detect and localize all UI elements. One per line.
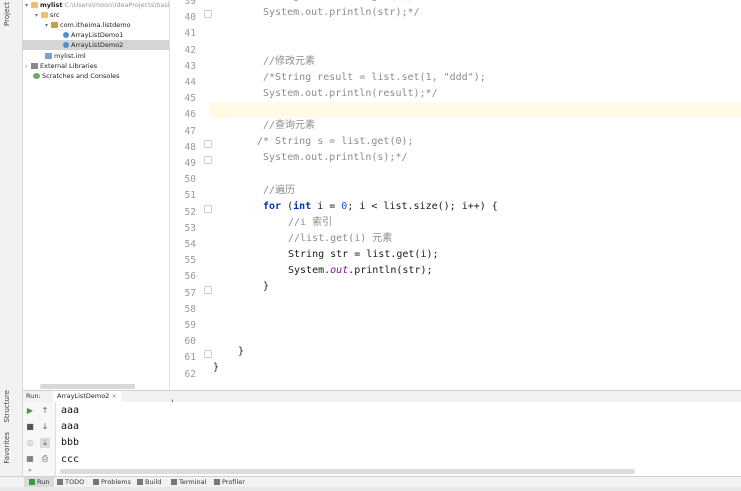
tree-item-iml[interactable]: mylist.iml (45, 51, 86, 61)
line-number: 41 (184, 28, 196, 40)
module-file-icon (45, 53, 52, 59)
problems-icon (93, 479, 99, 485)
terminal-icon (171, 479, 177, 485)
structure-tool-tab[interactable]: Structure (3, 390, 11, 423)
todo-icon (57, 479, 63, 485)
code-line-48[interactable]: System.out.println(s);*/ (263, 150, 408, 166)
code-line-50[interactable]: //遍历 (263, 183, 295, 199)
fold-marker-icon[interactable] (204, 205, 212, 213)
line-number: 54 (184, 239, 196, 250)
stop-icon[interactable]: ■ (25, 422, 35, 432)
code-line-39[interactable]: System.out.println(str);*/ (263, 5, 420, 21)
line-number: 45 (184, 93, 196, 105)
package-icon (51, 22, 58, 28)
camera-icon[interactable]: ◎ (25, 438, 35, 448)
library-icon (31, 63, 38, 69)
line-number: 39 (184, 0, 196, 7)
line-number: 46 (184, 109, 196, 121)
more-icon[interactable]: » (25, 466, 35, 476)
code-line-56[interactable]: } (263, 279, 269, 295)
line-number: 58 (184, 303, 196, 315)
line-number: 48 (184, 141, 196, 153)
soft-wrap-icon[interactable]: ⤓ (40, 438, 50, 448)
layout-icon[interactable]: ▦ (25, 454, 35, 464)
tree-item-scratches[interactable]: Scratches and Consoles (33, 71, 120, 81)
scratches-icon (33, 73, 40, 79)
line-number: 53 (184, 222, 196, 234)
line-number: 61 (184, 352, 196, 364)
fold-marker-icon[interactable] (204, 350, 212, 358)
line-number: 60 (184, 336, 196, 348)
rerun-icon[interactable]: ▶ (25, 406, 35, 416)
code-line-52[interactable]: //i 索引 (288, 215, 332, 231)
tree-item-external-libraries[interactable]: › External Libraries (25, 61, 97, 71)
line-number: 51 (184, 190, 196, 202)
fold-marker-icon[interactable] (204, 156, 212, 164)
tool-window-stripe: Project Structure Favorites (0, 0, 23, 486)
project-tool-tab[interactable]: Project (3, 2, 11, 26)
run-icon (29, 479, 35, 485)
current-line-highlight (210, 102, 741, 118)
tree-item-package[interactable]: ▾ com.itheima.listdemo (45, 20, 131, 30)
status-bar (0, 487, 741, 491)
tree-item-src[interactable]: ▾ src (35, 10, 60, 20)
code-line-43[interactable]: /*String result = list.set(1, "ddd"); (263, 70, 486, 86)
line-number: 43 (184, 60, 196, 72)
tree-item-class1[interactable]: ArrayListDemo1 (63, 30, 123, 40)
source-folder-icon (41, 12, 48, 18)
close-icon[interactable]: × (111, 392, 116, 400)
line-number: 52 (184, 206, 196, 218)
console-line: aaa (61, 405, 80, 416)
scroll-down-icon[interactable]: ↓ (40, 422, 50, 432)
folder-icon (31, 2, 38, 8)
line-number: 59 (184, 320, 196, 331)
run-toolbar: ▶ ↑ ■ ↓ ◎ ⤓ ▦ ⎙ » (23, 402, 56, 476)
console-line: aaa (61, 421, 80, 433)
scroll-up-icon[interactable]: ↑ (40, 406, 50, 416)
console-output[interactable]: aaa aaa bbb ccc (56, 402, 741, 476)
run-label: Run: (26, 392, 41, 400)
fold-marker-icon[interactable] (204, 286, 212, 294)
editor-gutter: 39 40 41 42 43 44 45 46 47 48 49 50 51 52 53 54 55 56 57 58… (170, 0, 212, 390)
print-icon[interactable]: ⎙ (40, 454, 50, 464)
tree-item-class2-selected[interactable]: ArrayListDemo2 (23, 40, 169, 50)
line-number: 44 (184, 77, 196, 88)
profiler-icon (214, 479, 220, 485)
build-icon (137, 479, 143, 485)
line-number: 42 (184, 44, 196, 56)
code-line-46[interactable]: //查询元素 (263, 118, 315, 134)
console-line: bbb (61, 437, 80, 449)
code-line-60[interactable]: } (238, 344, 244, 360)
line-number: 40 (184, 12, 196, 24)
line-number: 47 (184, 125, 196, 137)
code-line-42[interactable]: //修改元素 (263, 54, 315, 70)
code-line-44[interactable]: System.out.println(result);*/ (263, 86, 438, 102)
favorites-tool-tab[interactable]: Favorites (3, 432, 11, 464)
code-line-54[interactable]: String str = list.get(i); (288, 247, 439, 263)
code-line-55[interactable]: System.out.println(str); (288, 263, 433, 279)
line-number: 55 (184, 255, 196, 267)
line-number: 50 (184, 174, 196, 186)
fold-marker-icon[interactable] (204, 140, 212, 148)
fold-marker-icon[interactable] (204, 10, 212, 18)
code-line-47[interactable]: /* String s = list.get(0); (257, 134, 414, 150)
code-line-61[interactable]: } (213, 360, 219, 376)
line-number: 49 (184, 158, 196, 169)
line-number: 56 (184, 271, 196, 283)
code-line-51[interactable]: for (int i = 0; i < list.size(); i++) { (263, 199, 498, 215)
class-icon (63, 42, 69, 48)
console-line: ccc (61, 453, 80, 465)
line-number: 57 (184, 287, 196, 299)
tree-horizontal-scrollbar[interactable] (40, 384, 135, 389)
class-icon (63, 32, 69, 38)
code-line-53[interactable]: //list.get(i) 元素 (288, 231, 392, 247)
console-horizontal-scrollbar[interactable] (60, 469, 635, 474)
tree-item-project[interactable]: ▾ mylist C:\Users\moon\IdeaProjects\basi (25, 0, 169, 10)
project-tree: ▾ mylist C:\Users\moon\IdeaProjects\basi … (23, 0, 170, 390)
line-number: 62 (184, 368, 196, 380)
